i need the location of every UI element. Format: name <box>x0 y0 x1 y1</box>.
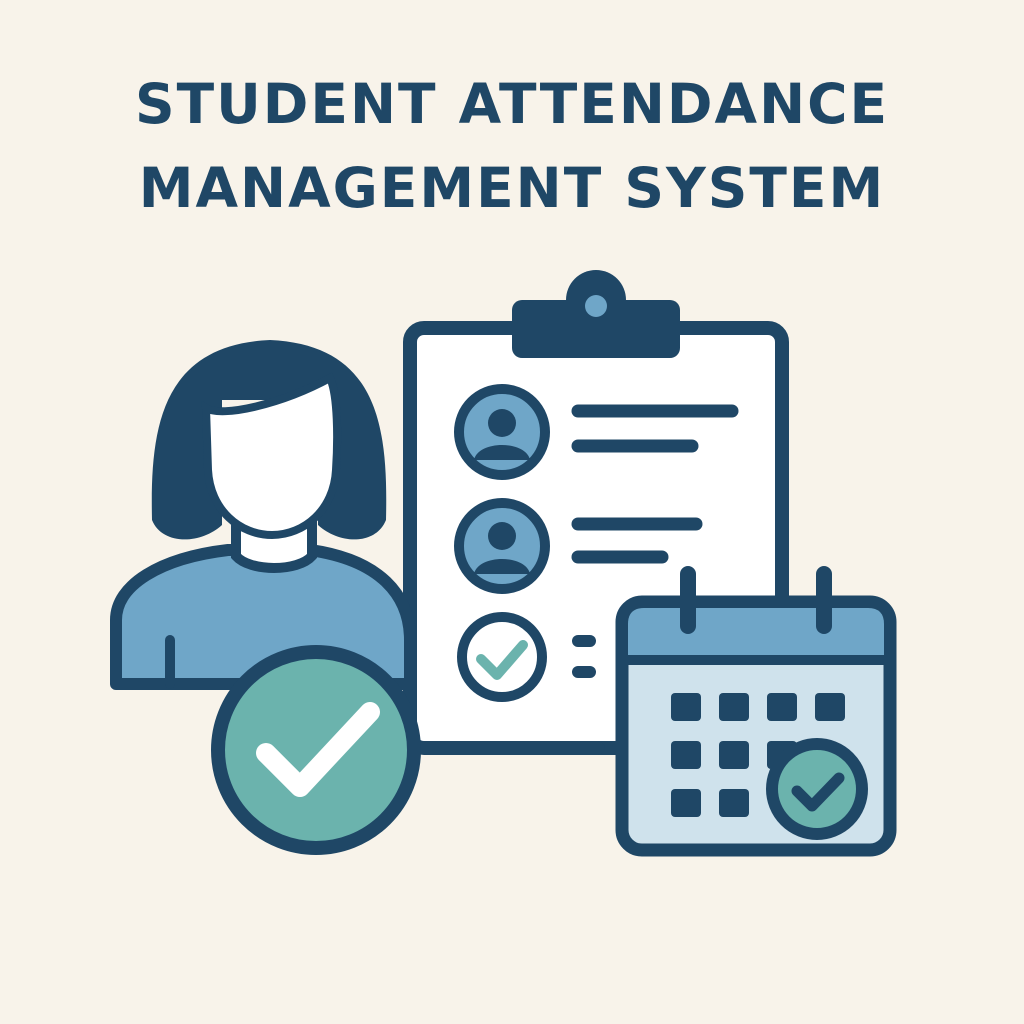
check-badge-icon <box>211 645 421 855</box>
calendar-header <box>628 608 884 660</box>
infographic: STUDENT ATTENDANCE MANAGEMENT SYSTEM <box>0 0 1024 1024</box>
avatar-head <box>488 522 516 550</box>
calendar-day <box>767 693 797 721</box>
calendar-day <box>815 693 845 721</box>
calendar-day <box>671 741 701 769</box>
calendar-day <box>671 693 701 721</box>
calendar-day <box>719 693 749 721</box>
calendar-icon <box>615 566 897 857</box>
calendar-day <box>719 789 749 817</box>
clipboard-clip-hole <box>585 295 607 317</box>
calendar-check-icon <box>766 738 868 840</box>
student-avatar-icon <box>110 340 416 690</box>
student-face <box>201 372 342 540</box>
calendar-day <box>719 741 749 769</box>
avatar-head <box>488 409 516 437</box>
calendar-day <box>671 789 701 817</box>
attendance-illustration <box>110 270 897 857</box>
student-row-3-check-icon <box>457 612 547 702</box>
check-badge-circle <box>211 645 421 855</box>
